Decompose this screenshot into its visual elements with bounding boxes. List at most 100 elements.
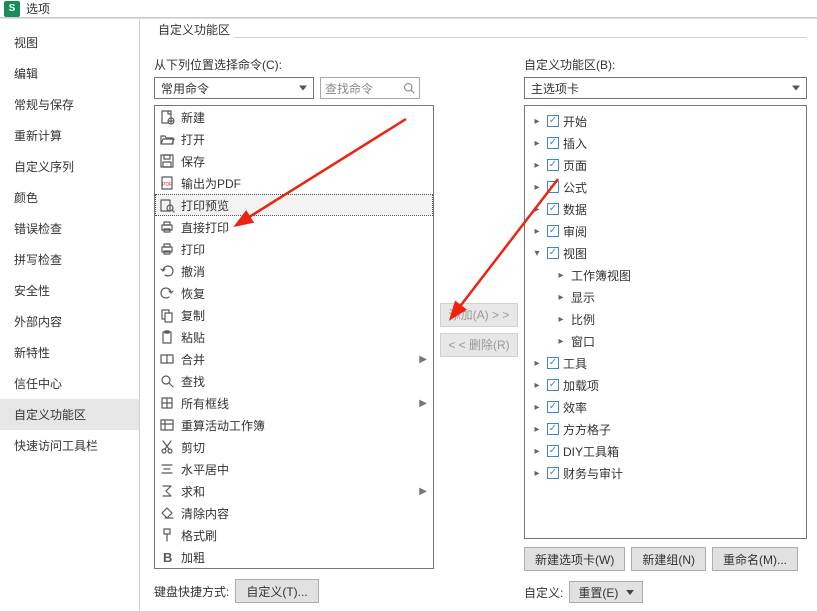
expand-icon[interactable]: ▸ <box>531 468 543 479</box>
ribbon-tabs-select[interactable]: 主选项卡 <box>524 77 807 99</box>
command-item[interactable]: 求和▶ <box>155 480 433 502</box>
checkbox[interactable]: ✓ <box>547 115 559 127</box>
new-group-button[interactable]: 新建组(N) <box>631 547 706 571</box>
command-label: 打印预览 <box>181 197 229 214</box>
command-item[interactable]: 打印预览 <box>155 194 433 216</box>
checkbox[interactable]: ✓ <box>547 247 559 259</box>
checkbox[interactable]: ✓ <box>547 225 559 237</box>
tree-child-node[interactable]: ▸窗口 <box>527 330 804 352</box>
sidebar-item[interactable]: 编辑 <box>0 58 139 89</box>
expand-icon[interactable]: ▸ <box>531 116 543 127</box>
sidebar-item[interactable]: 自定义功能区 <box>0 399 139 430</box>
tree-child-node[interactable]: ▸显示 <box>527 286 804 308</box>
tree-node[interactable]: ▸✓数据 <box>527 198 804 220</box>
sidebar-item[interactable]: 外部内容 <box>0 306 139 337</box>
tree-node[interactable]: ▾✓视图 <box>527 242 804 264</box>
expand-icon[interactable]: ▸ <box>555 270 567 281</box>
tree-node[interactable]: ▸✓财务与审计 <box>527 462 804 484</box>
tree-child-node[interactable]: ▸比例 <box>527 308 804 330</box>
command-item[interactable]: 直接打印 <box>155 216 433 238</box>
command-item[interactable]: 撤消 <box>155 260 433 282</box>
tree-node[interactable]: ▸ ✓ 审阅 <box>527 220 804 242</box>
checkbox[interactable]: ✓ <box>547 181 559 193</box>
command-item[interactable]: 新建 <box>155 106 433 128</box>
tree-node[interactable]: ▸✓效率 <box>527 396 804 418</box>
checkbox[interactable]: ✓ <box>547 379 559 391</box>
expand-icon[interactable]: ▸ <box>531 160 543 171</box>
command-item[interactable]: 水平居中 <box>155 458 433 480</box>
tree-node[interactable]: ▸✓DIY工具箱 <box>527 440 804 462</box>
expand-icon[interactable]: ▸ <box>531 226 543 237</box>
command-label: 打印 <box>181 241 205 258</box>
ribbon-tree[interactable]: ▸✓开始▸✓插入▸✓页面▸✓公式▸✓数据▸✓审阅▾✓视图▸工作簿视图▸显示▸比例… <box>524 105 807 539</box>
command-item[interactable]: 复制 <box>155 304 433 326</box>
command-item[interactable]: 重算活动工作簿 <box>155 414 433 436</box>
expand-icon[interactable]: ▸ <box>531 424 543 435</box>
sidebar-item[interactable]: 信任中心 <box>0 368 139 399</box>
tree-node[interactable]: ▸✓加载项 <box>527 374 804 396</box>
command-item[interactable]: B加粗 <box>155 546 433 568</box>
expand-icon[interactable]: ▸ <box>555 336 567 347</box>
sidebar-item[interactable]: 自定义序列 <box>0 151 139 182</box>
command-item[interactable]: 所有框线▶ <box>155 392 433 414</box>
tree-node[interactable]: ▸✓公式 <box>527 176 804 198</box>
sidebar-item[interactable]: 视图 <box>0 27 139 58</box>
checkbox[interactable]: ✓ <box>547 159 559 171</box>
tree-node[interactable]: ▸✓开始 <box>527 110 804 132</box>
tree-node[interactable]: ▸✓工具 <box>527 352 804 374</box>
command-item[interactable]: 合并▶ <box>155 348 433 370</box>
add-button[interactable]: 添加(A) > > <box>440 303 518 327</box>
svg-text:B: B <box>163 550 172 565</box>
command-label: 重算活动工作簿 <box>181 417 265 434</box>
sidebar-item[interactable]: 拼写检查 <box>0 244 139 275</box>
command-item[interactable]: 清除内容 <box>155 502 433 524</box>
new-tab-button[interactable]: 新建选项卡(W) <box>524 547 625 571</box>
expand-icon[interactable]: ▸ <box>555 314 567 325</box>
expand-icon[interactable]: ▸ <box>531 402 543 413</box>
checkbox[interactable]: ✓ <box>547 423 559 435</box>
reset-button[interactable]: 重置(E) <box>569 581 643 603</box>
expand-icon[interactable]: ▸ <box>531 380 543 391</box>
rename-button[interactable]: 重命名(M)... <box>712 547 798 571</box>
command-item[interactable]: 打印 <box>155 238 433 260</box>
commands-category-select[interactable]: 常用命令 <box>154 77 314 99</box>
expand-icon[interactable]: ▾ <box>531 248 543 259</box>
expand-icon[interactable]: ▸ <box>531 446 543 457</box>
command-item[interactable]: 打开 <box>155 128 433 150</box>
command-item[interactable]: 恢复 <box>155 282 433 304</box>
sidebar-item[interactable]: 新特性 <box>0 337 139 368</box>
checkbox[interactable]: ✓ <box>547 467 559 479</box>
expand-icon[interactable]: ▸ <box>531 358 543 369</box>
expand-icon[interactable]: ▸ <box>531 182 543 193</box>
sidebar-item[interactable]: 颜色 <box>0 182 139 213</box>
tree-child-node[interactable]: ▸工作簿视图 <box>527 264 804 286</box>
sidebar-item[interactable]: 重新计算 <box>0 120 139 151</box>
sidebar-item[interactable]: 安全性 <box>0 275 139 306</box>
checkbox[interactable]: ✓ <box>547 401 559 413</box>
command-item[interactable]: 保存 <box>155 150 433 172</box>
checkbox[interactable]: ✓ <box>547 445 559 457</box>
expand-icon[interactable]: ▸ <box>555 292 567 303</box>
command-item[interactable]: PDF输出为PDF <box>155 172 433 194</box>
tree-node[interactable]: ▸✓插入 <box>527 132 804 154</box>
search-input[interactable]: 查找命令 <box>320 77 420 99</box>
sidebar-item[interactable]: 常规与保存 <box>0 89 139 120</box>
remove-button[interactable]: < < 删除(R) <box>440 333 518 357</box>
tree-label: 审阅 <box>563 223 587 240</box>
command-item[interactable]: 剪切 <box>155 436 433 458</box>
command-item[interactable]: 格式刷 <box>155 524 433 546</box>
checkbox[interactable]: ✓ <box>547 137 559 149</box>
expand-icon[interactable]: ▸ <box>531 138 543 149</box>
checkbox[interactable]: ✓ <box>547 357 559 369</box>
expand-icon[interactable]: ▸ <box>531 204 543 215</box>
commands-list[interactable]: 新建打开保存PDF输出为PDF 打印预览直接打印打印撤消恢复复制粘贴合并▶查找所有… <box>154 105 434 569</box>
sidebar-item[interactable]: 快速访问工具栏 <box>0 430 139 461</box>
search-icon <box>403 82 415 94</box>
command-item[interactable]: 粘贴 <box>155 326 433 348</box>
checkbox[interactable]: ✓ <box>547 203 559 215</box>
tree-node[interactable]: ▸✓页面 <box>527 154 804 176</box>
command-item[interactable]: 查找 <box>155 370 433 392</box>
tree-node[interactable]: ▸✓方方格子 <box>527 418 804 440</box>
customize-shortcut-button[interactable]: 自定义(T)... <box>235 579 318 603</box>
sidebar-item[interactable]: 错误检查 <box>0 213 139 244</box>
